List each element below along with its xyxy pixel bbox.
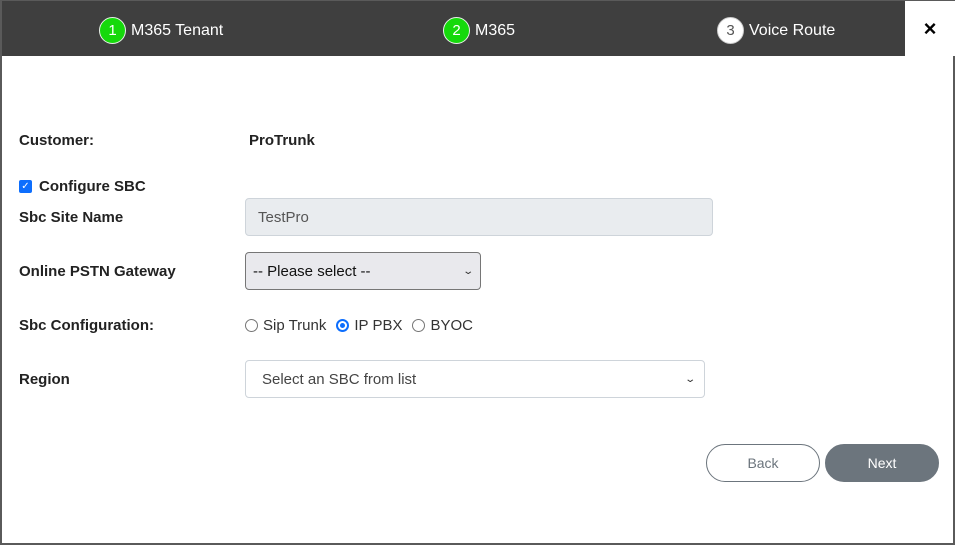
- step-m365[interactable]: 2 M365: [443, 17, 515, 44]
- step-voice-route[interactable]: 3 Voice Route: [717, 17, 835, 44]
- next-button[interactable]: Next: [825, 444, 939, 482]
- region-label: Region: [19, 371, 70, 388]
- configure-sbc-checkbox[interactable]: ✓: [19, 180, 32, 193]
- region-select[interactable]: Select an SBC from list ⌄: [245, 360, 705, 398]
- sbc-configuration-label: Sbc Configuration:: [19, 317, 154, 334]
- close-icon: ×: [923, 15, 937, 41]
- radio-label: Sip Trunk: [263, 317, 327, 334]
- radio-label: IP PBX: [354, 317, 403, 334]
- configure-sbc-checkbox-row[interactable]: ✓ Configure SBC: [19, 178, 146, 195]
- radio-sip-trunk[interactable]: Sip Trunk: [245, 317, 326, 334]
- chevron-down-icon: ⌄: [461, 265, 474, 277]
- configure-sbc-label: Configure SBC: [39, 178, 146, 195]
- step-label: M365 Tenant: [131, 21, 224, 39]
- sbc-configuration-radio-group: Sip Trunk IP PBX BYOC: [245, 317, 483, 334]
- radio-button-icon[interactable]: [245, 319, 258, 332]
- gateway-selected-value: -- Please select --: [253, 262, 371, 280]
- radio-button-icon[interactable]: [412, 319, 426, 332]
- customer-value: ProTrunk: [249, 132, 315, 149]
- sbc-site-name-input[interactable]: TestPro: [245, 198, 713, 236]
- online-pstn-gateway-label: Online PSTN Gateway: [19, 263, 176, 280]
- close-button[interactable]: ×: [905, 1, 955, 56]
- radio-label: BYOC: [430, 317, 473, 334]
- step-number-badge: 3: [717, 17, 744, 44]
- radio-byoc[interactable]: BYOC: [412, 317, 473, 334]
- step-m365-tenant[interactable]: 1 M365 Tenant: [99, 17, 223, 44]
- step-number-badge: 2: [443, 17, 470, 44]
- radio-button-checked-icon[interactable]: [336, 319, 350, 332]
- customer-label: Customer:: [19, 132, 95, 149]
- online-pstn-gateway-select[interactable]: -- Please select -- ⌄: [245, 252, 481, 290]
- check-icon: ✓: [21, 180, 30, 192]
- wizard-stepper: 1 M365 Tenant 2 M365 3 Voice Route: [2, 1, 905, 56]
- step-number-badge: 1: [99, 17, 126, 44]
- region-selected-value: Select an SBC from list: [262, 370, 417, 388]
- sbc-site-name-value: TestPro: [258, 208, 309, 226]
- step-label: Voice Route: [749, 21, 836, 39]
- wizard-modal: 1 M365 Tenant 2 M365 3 Voice Route × Cus…: [0, 0, 955, 545]
- step-label: M365: [475, 21, 516, 39]
- sbc-site-name-label: Sbc Site Name: [19, 209, 124, 226]
- radio-ip-pbx[interactable]: IP PBX: [336, 317, 402, 334]
- chevron-down-icon: ⌄: [683, 373, 696, 385]
- back-button[interactable]: Back: [706, 444, 820, 482]
